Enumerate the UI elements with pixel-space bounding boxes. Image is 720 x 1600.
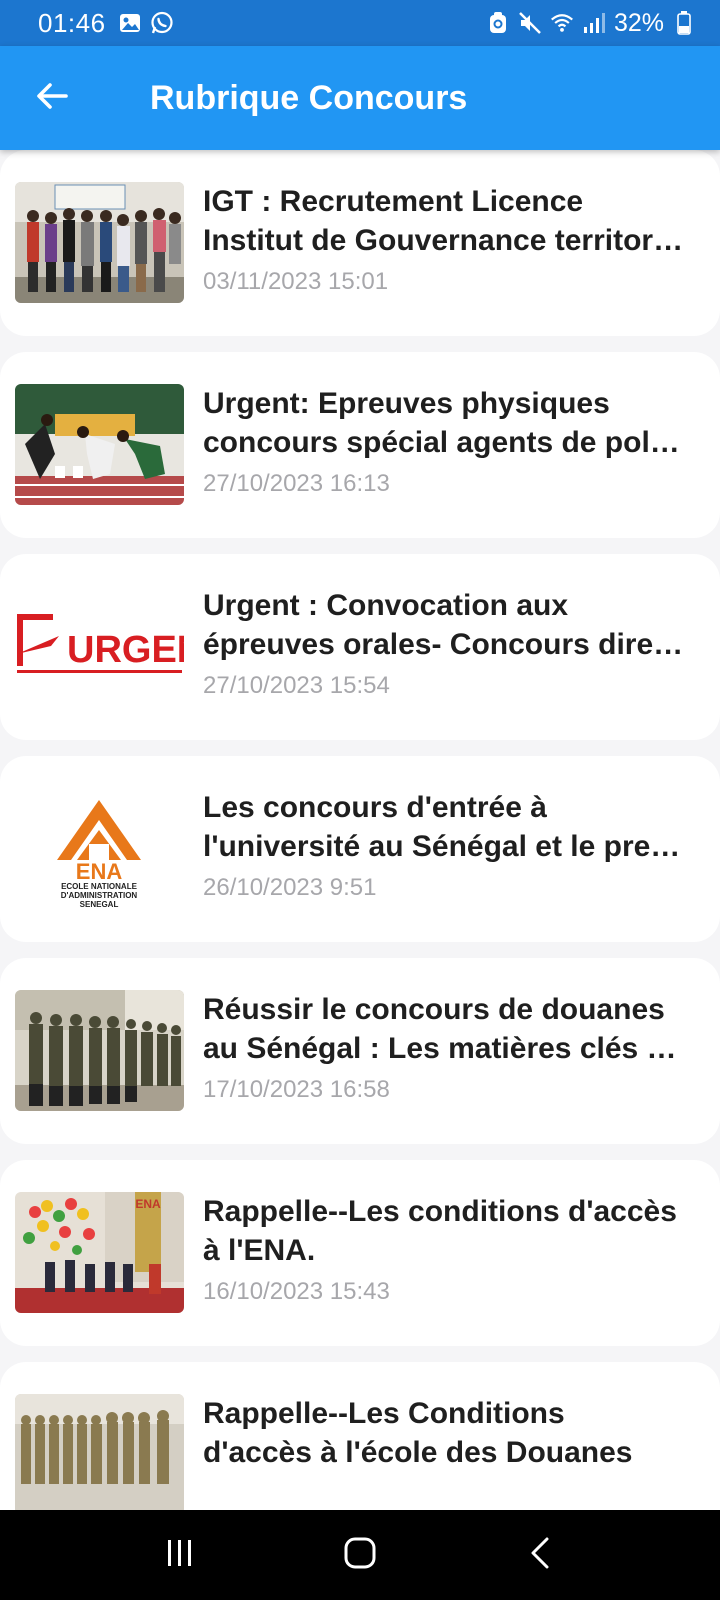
back-button[interactable] bbox=[0, 46, 104, 150]
article-list[interactable]: IGT : Recrutement Licence Institut de Go… bbox=[0, 150, 720, 1510]
recent-apps-button[interactable] bbox=[140, 1515, 220, 1595]
article-card[interactable]: ENA Rappelle--Les conditions d'accès à l bbox=[0, 1160, 720, 1346]
article-thumbnail bbox=[15, 1394, 184, 1510]
nav-back-button[interactable] bbox=[500, 1515, 580, 1595]
app-bar: Rubrique Concours bbox=[0, 46, 720, 150]
article-date: 16/10/2023 15:43 bbox=[203, 1278, 390, 1305]
article-thumbnail bbox=[15, 182, 184, 303]
home-button[interactable] bbox=[320, 1515, 400, 1595]
article-card[interactable]: Urgent: Epreuves physiques concours spéc… bbox=[0, 352, 720, 538]
svg-text:URGENT: URGENT bbox=[67, 629, 184, 671]
article-title: Urgent: Epreuves physiques concours spéc… bbox=[203, 387, 680, 459]
wifi-icon bbox=[550, 11, 574, 35]
signal-icon bbox=[582, 11, 606, 35]
article-card[interactable]: Rappelle--Les Conditions d'accès à l'éco… bbox=[0, 1362, 720, 1510]
gallery-icon bbox=[118, 11, 142, 35]
recent-apps-icon bbox=[165, 1538, 195, 1573]
article-date: 17/10/2023 16:58 bbox=[203, 1076, 390, 1103]
home-icon bbox=[344, 1537, 376, 1574]
article-title: Rappelle--Les conditions d'accès à l'ENA… bbox=[203, 1195, 677, 1267]
status-time: 01:46 bbox=[38, 7, 106, 38]
article-title: Urgent : Convocation aux épreuves orales… bbox=[203, 589, 684, 661]
article-card[interactable]: Réussir le concours de douanes au Sénéga… bbox=[0, 958, 720, 1144]
page-title: Rubrique Concours bbox=[150, 78, 468, 117]
urgent-logo: URGENT bbox=[15, 586, 184, 707]
article-date: 26/10/2023 9:51 bbox=[203, 874, 377, 901]
article-date: 27/10/2023 16:13 bbox=[203, 470, 390, 497]
article-thumbnail bbox=[15, 990, 184, 1111]
status-bar: 01:46 32% bbox=[0, 0, 720, 46]
svg-text:ECOLE NATIONALE: ECOLE NATIONALE bbox=[61, 882, 138, 891]
article-title: IGT : Recrutement Licence Institut de Go… bbox=[203, 185, 684, 257]
ena-logo: ENA ECOLE NATIONALE D'ADMINISTRATION SEN… bbox=[15, 788, 184, 909]
article-title: Les concours d'entrée à l'université au … bbox=[203, 791, 681, 863]
system-nav-bar bbox=[0, 1510, 720, 1600]
svg-text:ENA: ENA bbox=[135, 1197, 161, 1211]
whatsapp-icon bbox=[150, 11, 174, 35]
svg-text:ENA: ENA bbox=[76, 859, 123, 884]
back-icon bbox=[529, 1537, 551, 1574]
mute-icon bbox=[518, 11, 542, 35]
article-date: 03/11/2023 15:01 bbox=[203, 268, 389, 295]
arrow-left-icon bbox=[35, 81, 69, 116]
article-thumbnail: ENA bbox=[15, 1192, 184, 1313]
battery-icon bbox=[672, 11, 696, 35]
article-date: 27/10/2023 15:54 bbox=[203, 672, 390, 699]
article-title: Rappelle--Les Conditions d'accès à l'éco… bbox=[203, 1397, 633, 1469]
article-card[interactable]: IGT : Recrutement Licence Institut de Go… bbox=[0, 150, 720, 336]
article-thumbnail bbox=[15, 384, 184, 505]
article-card[interactable]: URGENT Urgent : Convocation aux épreuves… bbox=[0, 554, 720, 740]
battery-percent: 32% bbox=[613, 8, 664, 37]
article-card[interactable]: ENA ECOLE NATIONALE D'ADMINISTRATION SEN… bbox=[0, 756, 720, 942]
article-title: Réussir le concours de douanes au Sénéga… bbox=[203, 993, 677, 1065]
svg-text:SENEGAL: SENEGAL bbox=[80, 900, 119, 909]
svg-text:D'ADMINISTRATION: D'ADMINISTRATION bbox=[61, 891, 138, 900]
nfc-icon bbox=[486, 11, 510, 35]
